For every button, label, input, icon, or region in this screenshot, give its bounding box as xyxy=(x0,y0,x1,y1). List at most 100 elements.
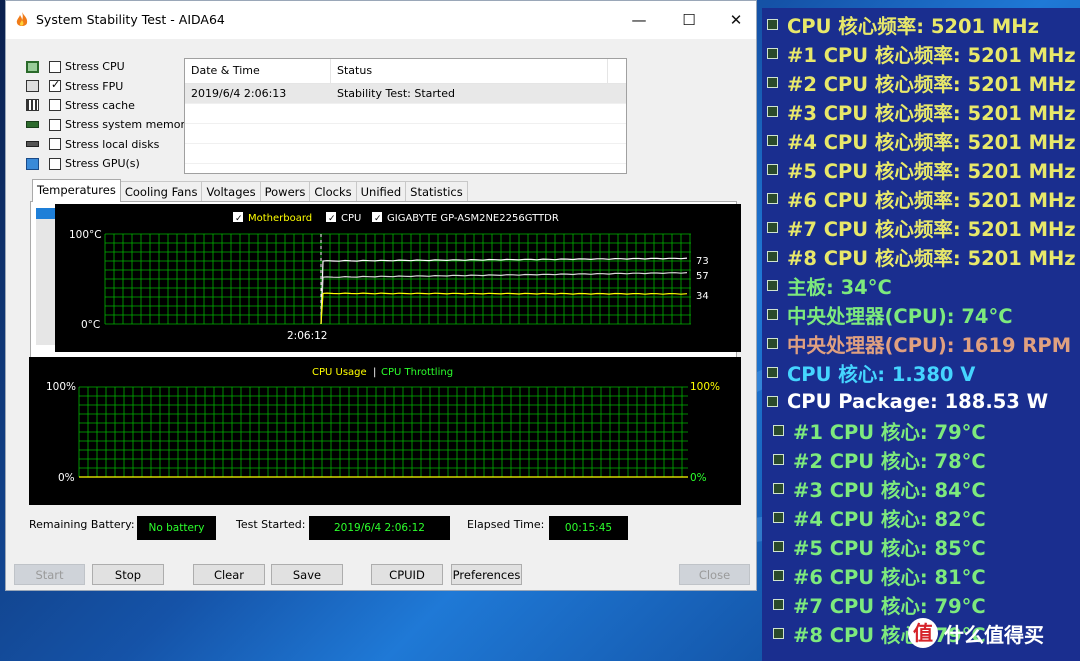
ssd-value-label: 57 xyxy=(696,271,709,282)
legend-separator: | xyxy=(373,367,376,378)
osd-line-text: 主板: 34°C xyxy=(787,275,892,299)
start-button[interactable]: Start xyxy=(14,564,85,585)
title-bar: System Stability Test - AIDA64 — ☐ ✕ xyxy=(6,1,756,39)
elapsed-time-label: Elapsed Time: xyxy=(467,518,545,531)
sensor-bullet-icon xyxy=(773,540,784,552)
osd-line-text: #5 CPU 核心频率: 5201 MHz xyxy=(787,159,1076,183)
legend-motherboard: Motherboard xyxy=(248,213,312,224)
temperature-graph-svg: ✓ Motherboard ✓ CPU ✓ GIGABYTE GP-ASM2NE… xyxy=(69,212,709,342)
log-header: Date & Time Status xyxy=(185,59,626,84)
stress-cache-checkbox[interactable] xyxy=(49,99,61,112)
clear-button[interactable]: Clear xyxy=(193,564,265,585)
temperature-grid xyxy=(104,233,691,325)
osd-line-text: #6 CPU 核心: 81°C xyxy=(793,565,986,589)
cache-icon xyxy=(26,99,39,112)
tab-unified[interactable]: Unified xyxy=(355,181,407,202)
minimize-button[interactable]: — xyxy=(616,1,662,39)
save-button[interactable]: Save xyxy=(271,564,343,585)
sensor-bullet-icon xyxy=(767,134,778,146)
stress-gpu-option[interactable]: Stress GPU(s) xyxy=(26,154,192,173)
stress-memory-option[interactable]: Stress system memory xyxy=(26,115,192,134)
cpuid-button[interactable]: CPUID xyxy=(371,564,443,585)
tab-statistics[interactable]: Statistics xyxy=(405,181,468,202)
osd-line-text: #1 CPU 核心频率: 5201 MHz xyxy=(787,43,1076,67)
stress-fpu-checkbox[interactable] xyxy=(49,78,61,93)
test-started-value: 2019/6/4 2:06:12 xyxy=(309,516,450,540)
sensor-bullet-icon xyxy=(767,308,778,320)
usage-left-top-label: 100% xyxy=(46,381,76,393)
sensor-bullet-icon xyxy=(773,627,784,639)
osd-line-text: 中央处理器(CPU): 74°C xyxy=(787,304,1013,328)
sensor-bullet-icon xyxy=(767,163,778,175)
y-axis-bottom-label: 0°C xyxy=(81,319,100,331)
stress-disks-option[interactable]: Stress local disks xyxy=(26,135,192,154)
log-status-cell: Stability Test: Started xyxy=(337,87,455,100)
tab-cooling-fans[interactable]: Cooling Fans xyxy=(119,181,203,202)
stress-cpu-label: Stress CPU xyxy=(65,60,125,74)
stress-memory-label: Stress system memory xyxy=(65,118,192,132)
watermark: 值 什么值得买 xyxy=(908,618,1044,648)
sensor-bullet-icon xyxy=(773,598,784,610)
osd-line: #6 CPU 核心: 81°C xyxy=(773,562,986,589)
stress-cache-label: Stress cache xyxy=(65,98,135,112)
legend-cpu-usage: CPU Usage xyxy=(312,367,367,378)
tab-voltages[interactable]: Voltages xyxy=(201,181,261,202)
close-button[interactable]: Close xyxy=(679,564,750,585)
stress-cpu-checkbox[interactable] xyxy=(49,60,61,73)
preferences-button[interactable]: Preferences xyxy=(451,564,522,585)
stress-fpu-label: Stress FPU xyxy=(65,79,124,93)
maximize-button[interactable]: ☐ xyxy=(666,1,712,39)
osd-line-text: #1 CPU 核心: 79°C xyxy=(793,420,986,444)
stop-button[interactable]: Stop xyxy=(92,564,164,585)
osd-line-text: #7 CPU 核心: 79°C xyxy=(793,594,986,618)
osd-line: #3 CPU 核心频率: 5201 MHz xyxy=(767,98,1076,125)
legend-ssd: GIGABYTE GP-ASM2NE2256GTTDR xyxy=(387,213,559,224)
temperature-graph: ✓ Motherboard ✓ CPU ✓ GIGABYTE GP-ASM2NE… xyxy=(55,204,741,352)
disk-drive-icon xyxy=(26,141,39,148)
stress-disks-checkbox[interactable] xyxy=(49,138,61,151)
stress-memory-checkbox[interactable] xyxy=(49,118,61,131)
close-window-button[interactable]: ✕ xyxy=(713,1,759,39)
osd-line: #1 CPU 核心: 79°C xyxy=(773,417,986,444)
osd-line-text: CPU 核心: 1.380 V xyxy=(787,362,976,386)
window-title: System Stability Test - AIDA64 xyxy=(36,12,225,27)
sensor-scrollbar[interactable] xyxy=(36,208,56,345)
usage-right-top-label: 100% xyxy=(690,381,720,393)
table-row[interactable]: 2019/6/4 2:06:13 Stability Test: Started xyxy=(185,84,626,104)
sensor-osd-panel: CPU 核心频率: 5201 MHz #1 CPU 核心频率: 5201 MHz #… xyxy=(762,8,1080,661)
column-header-status[interactable]: Status xyxy=(331,59,608,83)
scrollbar-thumb[interactable] xyxy=(36,208,56,219)
osd-line: #8 CPU 核心频率: 5201 MHz xyxy=(767,243,1076,270)
tab-powers[interactable]: Powers xyxy=(259,181,311,202)
svg-text:✓: ✓ xyxy=(235,214,243,224)
table-row xyxy=(185,124,626,144)
osd-line: #1 CPU 核心频率: 5201 MHz xyxy=(767,40,1076,67)
osd-line: #5 CPU 核心频率: 5201 MHz xyxy=(767,156,1076,183)
sensor-bullet-icon xyxy=(773,453,784,465)
stress-cache-option[interactable]: Stress cache xyxy=(26,96,192,115)
tab-clocks[interactable]: Clocks xyxy=(309,181,357,202)
osd-line: 中央处理器(CPU): 74°C xyxy=(767,301,1013,328)
osd-line: #6 CPU 核心频率: 5201 MHz xyxy=(767,185,1076,212)
stress-cpu-option[interactable]: Stress CPU xyxy=(26,57,192,76)
ssd-temp-line xyxy=(320,272,688,325)
tab-temperatures[interactable]: Temperatures xyxy=(32,179,121,202)
osd-line: 中央处理器(CPU): 1619 RPM xyxy=(767,330,1071,357)
monitor-icon xyxy=(26,157,39,170)
osd-line-text: #7 CPU 核心频率: 5201 MHz xyxy=(787,217,1076,241)
battery-value: No battery xyxy=(137,516,216,540)
watermark-logo: 值 xyxy=(908,618,938,648)
cpu-usage-graph-svg: CPU Usage | CPU Throttling 100% 0% 100% … xyxy=(46,367,720,484)
fpu-chip-icon xyxy=(26,80,39,93)
stress-disks-label: Stress local disks xyxy=(65,137,160,151)
stress-fpu-option[interactable]: Stress FPU xyxy=(26,76,192,95)
stress-gpu-checkbox[interactable] xyxy=(49,157,61,170)
osd-line: CPU 核心: 1.380 V xyxy=(767,359,976,386)
osd-line: CPU Package: 188.53 W xyxy=(767,388,1048,414)
stress-options: Stress CPU Stress FPU Stress cache Stres… xyxy=(26,57,192,173)
sensor-bullet-icon xyxy=(767,76,778,88)
sensor-bullet-icon xyxy=(773,482,784,494)
osd-line-text: #8 CPU 核心频率: 5201 MHz xyxy=(787,246,1076,270)
column-header-datetime[interactable]: Date & Time xyxy=(185,59,331,83)
test-log-table: Date & Time Status 2019/6/4 2:06:13 Stab… xyxy=(184,58,627,174)
